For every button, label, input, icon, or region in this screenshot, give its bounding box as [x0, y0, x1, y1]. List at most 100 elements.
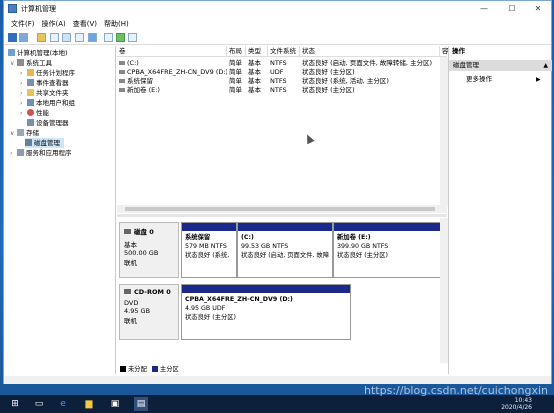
disk-icon — [25, 139, 32, 146]
event-log-icon — [27, 79, 34, 86]
tree-item-root[interactable]: 计算机管理(本地) — [8, 48, 68, 58]
table-row[interactable]: 新加卷 (E:) 简单 基本 NTFS 状态良好 (主分区) 3 — [117, 86, 447, 95]
disk-map-vertical-scrollbar[interactable] — [440, 218, 448, 363]
status-bar — [4, 376, 551, 384]
tree-item-performance[interactable]: › 性能 — [20, 108, 49, 118]
volume-list-horizontal-scrollbar[interactable] — [117, 205, 447, 213]
cell-volume: 系统保留 — [119, 77, 227, 86]
tree-item-services[interactable]: › 服务和应用程序 — [10, 148, 72, 158]
menu-help[interactable]: 帮助(H) — [104, 18, 129, 30]
refresh-icon[interactable] — [88, 33, 97, 42]
store-icon[interactable]: ▣ — [108, 397, 122, 411]
check-icon[interactable] — [116, 33, 125, 42]
partition-size: 4.95 GB UDF — [185, 305, 226, 312]
tree-item-storage[interactable]: ∨ 存储 — [10, 128, 39, 138]
computer-management-taskbar-icon[interactable]: ▤ — [134, 397, 148, 411]
clock[interactable]: 10:43 2020/4/26 — [501, 397, 532, 411]
tree-item-local-users[interactable]: › 本地用户和组 — [20, 98, 75, 108]
tree-item-system-tools[interactable]: ∨ 系统工具 — [10, 58, 52, 68]
tree-item-device-manager[interactable]: 设备管理器 — [27, 118, 69, 128]
cell-volume: (C:) — [119, 59, 227, 68]
col-volume[interactable]: 卷 — [117, 46, 227, 56]
pane-splitter[interactable] — [117, 214, 447, 217]
clock-time: 10:43 — [514, 397, 532, 404]
drive-icon — [119, 88, 125, 92]
tree-item-task-scheduler[interactable]: › 任务计划程序 — [20, 68, 75, 78]
clock-date: 2020/4/26 — [501, 404, 532, 411]
actions-header: 操作 — [452, 47, 465, 55]
cell-layout: 简单 — [229, 86, 242, 94]
col-status[interactable]: 状态 — [300, 46, 440, 56]
chevron-right-icon[interactable]: › — [10, 149, 17, 159]
partition-name: 系统保留 — [185, 234, 211, 241]
col-type[interactable]: 类型 — [246, 46, 268, 56]
clock-icon — [27, 69, 34, 76]
cell-status: 状态良好 (系统, 活动, 主分区) — [302, 77, 389, 85]
legend-unallocated: 未分配 — [128, 366, 147, 373]
table-row[interactable]: 系统保留 简单 基本 NTFS 状态良好 (系统, 活动, 主分区) 5 — [117, 77, 447, 86]
more-actions[interactable]: 更多操作 ▶ — [466, 74, 541, 85]
cell-status: 状态良好 (启动, 页面文件, 故障转储, 主分区) — [302, 59, 433, 67]
drive-icon — [119, 79, 125, 83]
partition-d[interactable]: CPBA_X64FRE_ZH-CN_DV9 (D:) 4.95 GB UDF 状态良… — [181, 284, 351, 340]
menu-file[interactable]: 文件(F) — [11, 18, 35, 30]
partition-status: 状态良好 (启动, 页面文件, 故障 — [241, 252, 330, 259]
chevron-down-icon[interactable]: ∨ — [10, 59, 17, 69]
cell-layout: 简单 — [229, 68, 242, 76]
table-row[interactable]: (C:) 简单 基本 NTFS 状态良好 (启动, 页面文件, 故障转储, 主分… — [117, 59, 447, 68]
close-button[interactable]: ✕ — [524, 1, 552, 17]
performance-icon — [27, 109, 34, 116]
col-capacity[interactable]: 容 — [440, 46, 449, 56]
partition-name: 新加卷 (E:) — [337, 234, 371, 241]
minimize-button[interactable]: — — [470, 1, 498, 17]
col-layout[interactable]: 布局 — [227, 46, 246, 56]
cell-filesystem: NTFS — [270, 77, 287, 85]
show-hide-tree-icon[interactable] — [75, 33, 84, 42]
dvd-icon — [124, 289, 131, 294]
cdrom0-size: 4.95 GB — [124, 307, 151, 315]
start-icon[interactable]: ⊞ — [8, 397, 22, 411]
tree-item-shared-folders[interactable]: › 共享文件夹 — [20, 88, 69, 98]
tree-item-disk-management[interactable]: 磁盘管理 — [25, 138, 64, 148]
chevron-right-icon[interactable]: › — [20, 109, 27, 119]
search-icon[interactable] — [128, 33, 137, 42]
actions-pane: 操作 磁盘管理 ▲ 更多操作 ▶ — [448, 46, 552, 374]
disk-icon — [124, 229, 131, 234]
title-bar[interactable]: 计算机管理 — ☐ ✕ — [4, 1, 551, 17]
partition-bar — [182, 223, 236, 231]
chevron-down-icon[interactable]: ∨ — [10, 129, 17, 139]
forward-arrow-icon[interactable] — [19, 33, 28, 42]
dvd-icon — [119, 70, 125, 74]
properties-icon[interactable] — [50, 33, 59, 42]
disk0-label[interactable]: 磁盘 0 基本 500.00 GB 联机 — [119, 222, 179, 278]
partition-system-reserved[interactable]: 系统保留 579 MB NTFS 状态良好 (系统, — [181, 222, 237, 278]
scrollbar-thumb[interactable] — [125, 207, 435, 211]
storage-icon — [17, 129, 24, 136]
partition-e[interactable]: 新加卷 (E:) 399.90 GB NTFS 状态良好 (主分区) — [333, 222, 443, 278]
cell-filesystem: NTFS — [270, 59, 287, 67]
tree-item-event-viewer[interactable]: › 事件查看器 — [20, 78, 69, 88]
actions-section-disk-management[interactable]: 磁盘管理 ▲ — [449, 60, 552, 71]
maximize-button[interactable]: ☐ — [498, 1, 526, 17]
partition-status: 状态良好 (主分区) — [185, 314, 236, 321]
edge-icon[interactable]: e — [56, 397, 70, 411]
new-icon[interactable] — [104, 33, 113, 42]
cdrom0-label[interactable]: CD-ROM 0 DVD 4.95 GB 联机 — [119, 284, 179, 340]
menu-action[interactable]: 操作(A) — [42, 18, 66, 30]
cdrom0-status: 联机 — [124, 317, 137, 325]
chevron-up-icon: ▲ — [543, 62, 548, 69]
table-row[interactable]: CPBA_X64FRE_ZH-CN_DV9 (D:) 简单 基本 UDF 状态良… — [117, 68, 447, 77]
help-icon[interactable] — [62, 33, 71, 42]
file-explorer-icon[interactable]: ▆ — [82, 397, 96, 411]
partition-c[interactable]: (C:) 99.53 GB NTFS 状态良好 (启动, 页面文件, 故障 — [237, 222, 333, 278]
cell-type: 基本 — [248, 68, 261, 76]
up-folder-icon[interactable] — [37, 33, 46, 42]
task-view-icon[interactable]: ▭ — [32, 397, 46, 411]
volume-list-vertical-scrollbar[interactable] — [440, 57, 448, 207]
volume-list-header: 卷 布局 类型 文件系统 状态 容 — [117, 46, 449, 57]
back-arrow-icon[interactable] — [8, 33, 17, 42]
volume-list: 卷 布局 类型 文件系统 状态 容 (C:) 简单 基本 NTFS 状态良好 (… — [117, 46, 449, 212]
cdrom0-type: DVD — [124, 299, 139, 307]
menu-view[interactable]: 查看(V) — [73, 18, 97, 30]
col-filesystem[interactable]: 文件系统 — [268, 46, 300, 56]
